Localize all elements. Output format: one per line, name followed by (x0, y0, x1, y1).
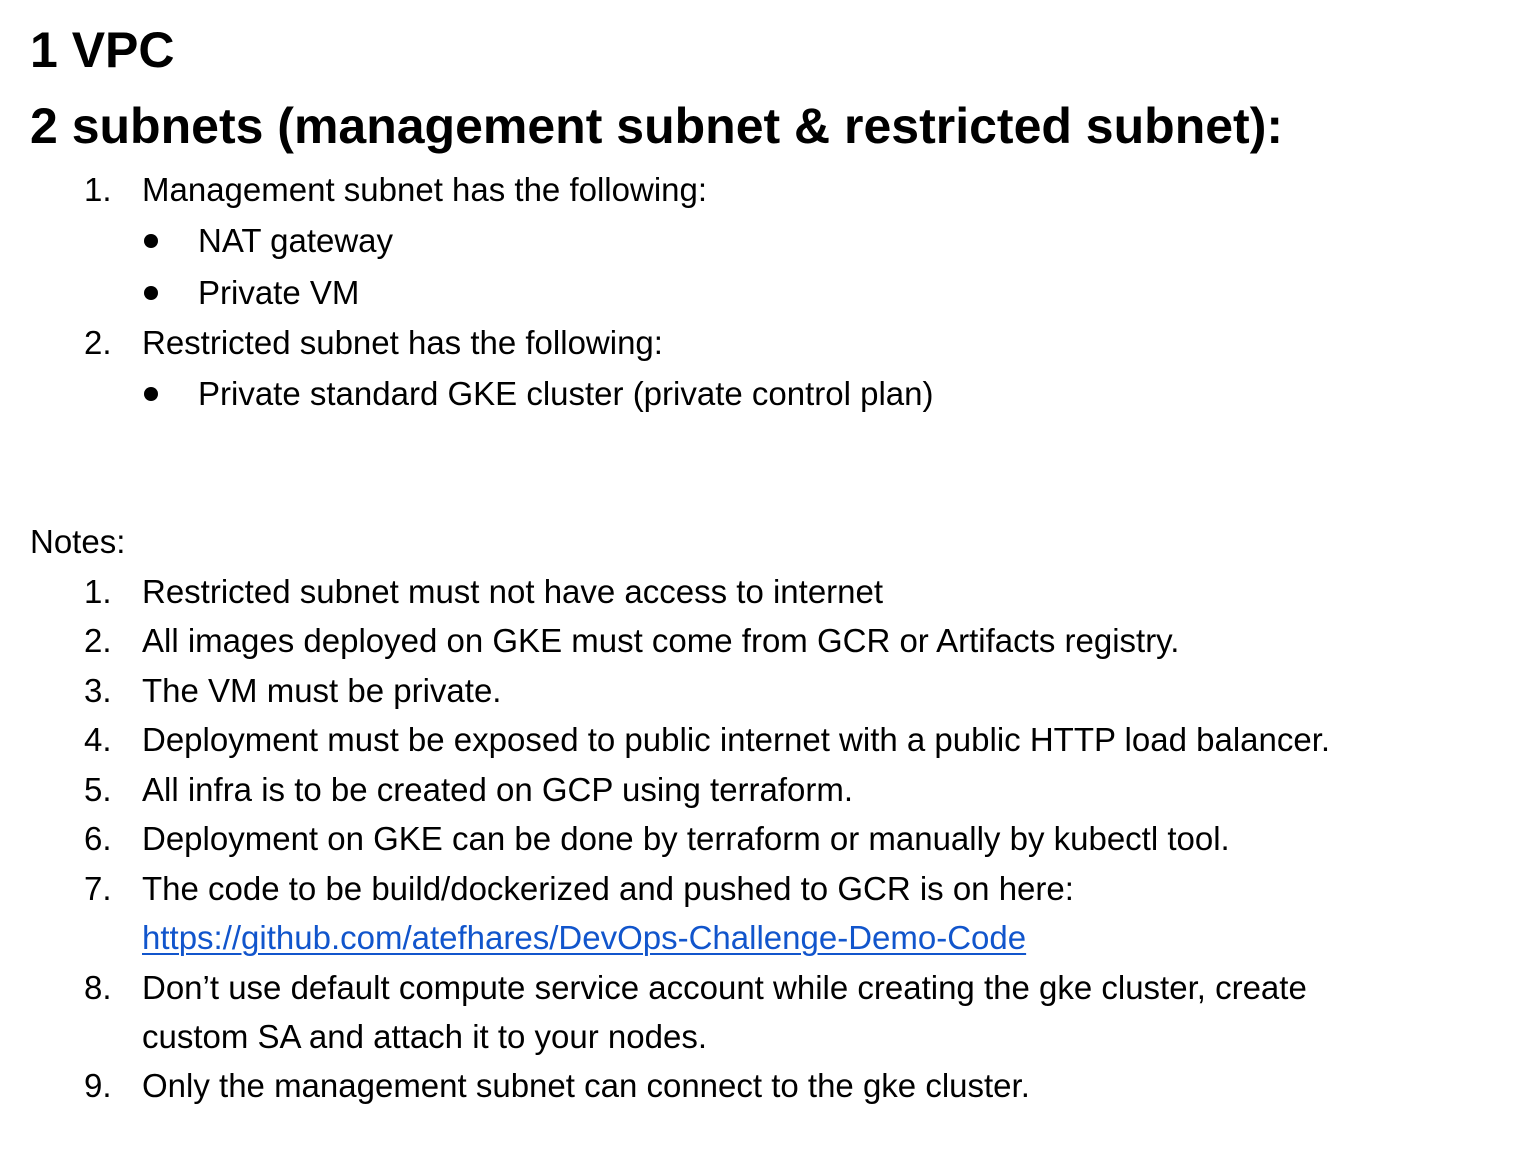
list-number: 4. (84, 721, 112, 758)
bullet-icon (144, 387, 158, 401)
list-number: 3. (84, 672, 112, 709)
list-number: 8. (84, 969, 112, 1006)
note-text-continuation: custom SA and attach it to your nodes. (142, 1018, 707, 1055)
list-number: 1. (84, 573, 112, 610)
list-number: 2. (84, 622, 112, 659)
list-number: 7. (84, 870, 112, 907)
note-text: All images deployed on GKE must come fro… (142, 622, 1180, 659)
github-repo-link[interactable]: https://github.com/atefhares/DevOps-Chal… (142, 918, 1026, 958)
heading-vpc: 1 VPC (30, 22, 175, 78)
bullet-item-text: Private VM (198, 274, 360, 311)
bullet-icon (144, 286, 158, 300)
list-number: 9. (84, 1067, 112, 1104)
note-text: All infra is to be created on GCP using … (142, 771, 854, 808)
note-text: Deployment must be exposed to public int… (142, 721, 1331, 758)
bullet-item-text: Private standard GKE cluster (private co… (198, 375, 934, 412)
bullet-icon (144, 234, 158, 248)
heading-subnets: 2 subnets (management subnet & restricte… (30, 98, 1284, 154)
note-text: Don’t use default compute service accoun… (142, 969, 1307, 1006)
list-number: 1. (84, 171, 112, 208)
note-text: Deployment on GKE can be done by terrafo… (142, 820, 1230, 857)
notes-label: Notes: (30, 523, 126, 560)
bullet-item-text: NAT gateway (198, 222, 394, 259)
list-number: 6. (84, 820, 112, 857)
note-text: The code to be build/dockerized and push… (142, 870, 1074, 907)
note-text: The VM must be private. (142, 672, 502, 709)
note-text: Restricted subnet must not have access t… (142, 573, 884, 610)
document-page: 1 VPC 2 subnets (management subnet & res… (0, 0, 1527, 1159)
list-item-text: Restricted subnet has the following: (142, 324, 663, 361)
note-text: Only the management subnet can connect t… (142, 1067, 1030, 1104)
list-item-text: Management subnet has the following: (142, 171, 708, 208)
list-number: 5. (84, 771, 112, 808)
list-number: 2. (84, 324, 112, 361)
